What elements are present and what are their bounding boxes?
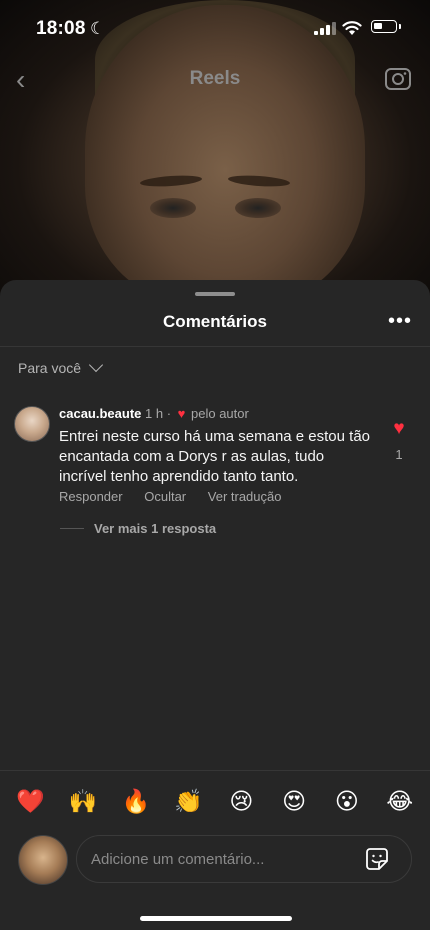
heart-icon[interactable]: ♥ [389, 419, 409, 439]
divider [0, 770, 430, 771]
page-title: Reels [189, 68, 241, 89]
status-bar: 18:08 ☾ [0, 0, 430, 56]
meta-separator: · [166, 406, 172, 421]
chevron-down-icon [88, 357, 104, 373]
reel-video-eye [150, 198, 196, 218]
reply-button[interactable]: Responder [59, 489, 123, 504]
view-replies-button[interactable]: Ver mais 1 resposta [60, 521, 216, 536]
reel-video-eye [235, 198, 281, 218]
commenter-avatar[interactable] [14, 406, 50, 442]
liked-by-author-label: pelo autor [191, 406, 249, 421]
like-count: 1 [395, 447, 403, 462]
emoji-raised-hands-button[interactable]: 🙌 [63, 788, 103, 815]
commenter-username[interactable]: cacau.beaute [59, 406, 141, 421]
emoji-crying-button[interactable]: 😢 [221, 788, 261, 815]
status-time: 18:08 [36, 18, 86, 39]
emoji-heart-button[interactable]: ❤️ [10, 788, 50, 815]
hide-button[interactable]: Ocultar [144, 489, 186, 504]
replies-line [60, 528, 84, 529]
cellular-signal-icon [314, 22, 336, 35]
comment-header: cacau.beaute 1 h · ♥ pelo autor [59, 406, 249, 421]
author-like-heart-icon: ♥ [177, 406, 186, 421]
moon-icon: ☾ [90, 19, 106, 38]
divider [0, 346, 430, 347]
comment-filter-dropdown[interactable]: Para você [18, 357, 104, 376]
comments-sheet: Comentários ••• Para você cacau.beaute 1… [0, 280, 430, 930]
comment-input-placeholder[interactable]: Adicione um comentário... [91, 851, 264, 868]
home-indicator[interactable] [140, 916, 292, 921]
emoji-surprised-button[interactable]: 😮 [327, 788, 367, 815]
comment-like-button[interactable]: ♥ 1 [389, 419, 409, 463]
wifi-icon [342, 21, 362, 35]
camera-icon[interactable] [384, 64, 412, 92]
more-options-icon[interactable]: ••• [388, 310, 412, 333]
comment-actions: Responder Ocultar Ver tradução [59, 489, 299, 504]
emoji-fire-button[interactable]: 🔥 [116, 788, 156, 815]
current-user-avatar [18, 835, 68, 885]
battery-icon [371, 20, 401, 33]
translate-button[interactable]: Ver tradução [208, 489, 282, 504]
emoji-clap-button[interactable]: 👏 [169, 788, 209, 815]
sticker-icon[interactable] [365, 847, 389, 871]
comment-time: 1 h [145, 406, 164, 421]
quick-emoji-bar: ❤️ 🙌 🔥 👏 😢 😍 😮 😂 [0, 788, 430, 815]
comment-input[interactable]: Adicione um comentário... [76, 835, 412, 883]
emoji-laughing-button[interactable]: 😂 [380, 788, 420, 815]
filter-label: Para você [18, 360, 82, 376]
emoji-heart-eyes-button[interactable]: 😍 [274, 788, 314, 815]
sheet-title: Comentários [163, 312, 267, 331]
sheet-drag-handle[interactable] [195, 292, 235, 296]
view-replies-label: Ver mais 1 resposta [94, 521, 217, 536]
comment-text: Entrei neste curso há uma semana e estou… [59, 428, 371, 485]
